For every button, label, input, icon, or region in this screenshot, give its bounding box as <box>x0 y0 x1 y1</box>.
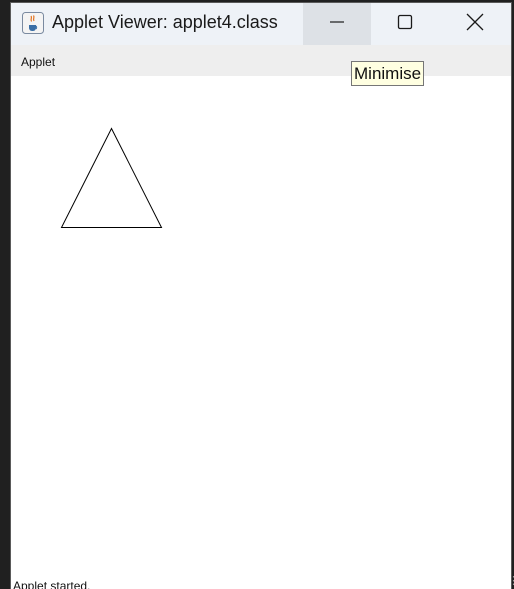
window-edge-artifact: ⋮ <box>508 575 514 587</box>
triangle-shape <box>60 127 163 228</box>
applet-viewer-window: Applet Viewer: applet4.class Applet Appl… <box>10 2 512 589</box>
minimize-button[interactable] <box>303 3 371 45</box>
applet-canvas[interactable] <box>11 76 511 576</box>
title-bar[interactable]: Applet Viewer: applet4.class <box>11 3 511 45</box>
window-title: Applet Viewer: applet4.class <box>52 12 278 32</box>
close-icon <box>466 13 484 36</box>
close-button[interactable] <box>441 3 509 45</box>
maximize-icon <box>397 14 413 35</box>
drawing-surface <box>60 127 163 228</box>
maximize-button[interactable] <box>371 3 439 45</box>
minimize-icon <box>329 14 345 35</box>
java-cup-icon <box>22 12 44 34</box>
menu-bar: Applet <box>11 45 511 76</box>
status-text: Applet started. <box>13 579 91 589</box>
menu-applet[interactable]: Applet <box>21 55 55 69</box>
minimise-tooltip: Minimise <box>351 61 425 86</box>
